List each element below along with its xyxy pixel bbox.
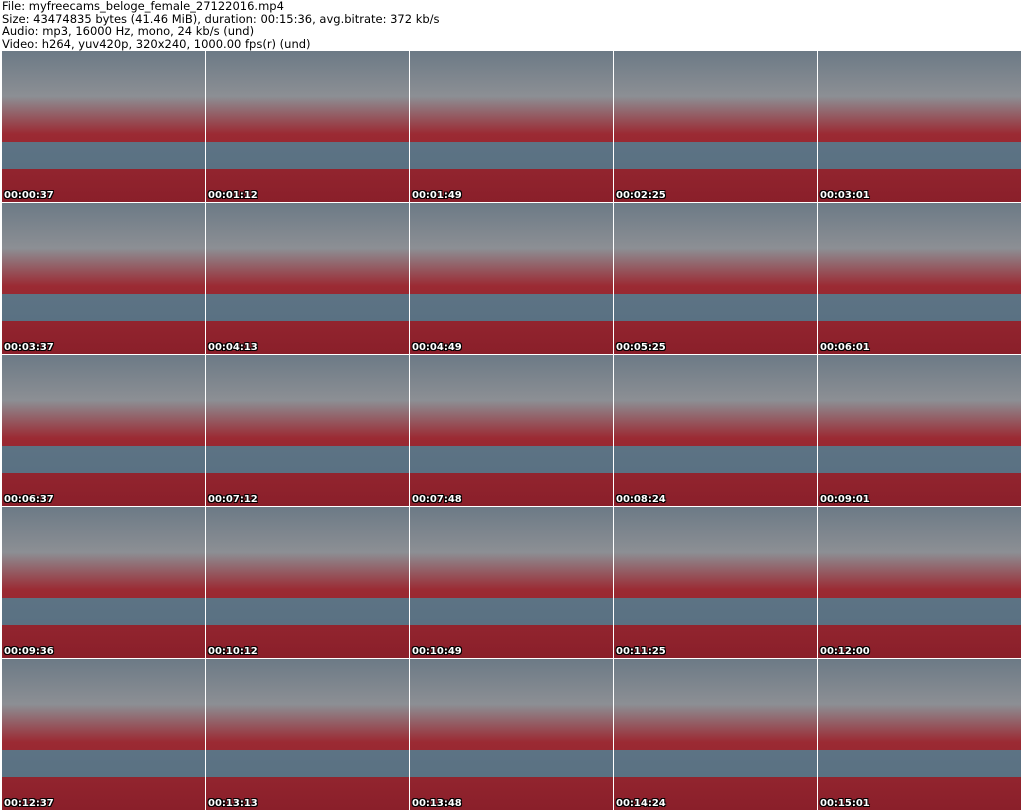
video-thumbnail: 00:02:25 (614, 51, 817, 202)
video-thumbnail: 00:09:36 (2, 507, 205, 658)
video-thumbnail: 00:04:49 (410, 203, 613, 354)
audio-info: Audio: mp3, 16000 Hz, mono, 24 kb/s (und… (2, 24, 255, 38)
timestamp-label: 00:15:01 (820, 798, 870, 809)
timestamp-label: 00:09:01 (820, 494, 870, 505)
video-thumbnail: 00:12:37 (2, 659, 205, 810)
video-thumbnail: 00:12:00 (818, 507, 1021, 658)
timestamp-label: 00:01:49 (412, 190, 462, 201)
video-thumbnail: 00:06:37 (2, 355, 205, 506)
timestamp-label: 00:14:24 (616, 798, 666, 809)
timestamp-label: 00:12:00 (820, 646, 870, 657)
video-thumbnail: 00:00:37 (2, 51, 205, 202)
timestamp-label: 00:03:01 (820, 190, 870, 201)
timestamp-label: 00:01:12 (208, 190, 258, 201)
video-thumbnail: 00:01:49 (410, 51, 613, 202)
file-name: File: myfreecams_beloge_female_27122016.… (2, 0, 284, 13)
video-thumbnail: 00:05:25 (614, 203, 817, 354)
video-thumbnail: 00:11:25 (614, 507, 817, 658)
video-thumbnail: 00:07:48 (410, 355, 613, 506)
timestamp-label: 00:06:37 (4, 494, 54, 505)
timestamp-label: 00:00:37 (4, 190, 54, 201)
video-thumbnail: 00:07:12 (206, 355, 409, 506)
timestamp-label: 00:04:13 (208, 342, 258, 353)
video-thumbnail: 00:04:13 (206, 203, 409, 354)
timestamp-label: 00:04:49 (412, 342, 462, 353)
video-thumbnail: 00:03:01 (818, 51, 1021, 202)
timestamp-label: 00:10:49 (412, 646, 462, 657)
video-thumbnail: 00:09:01 (818, 355, 1021, 506)
video-thumbnail: 00:15:01 (818, 659, 1021, 810)
video-thumbnail: 00:13:13 (206, 659, 409, 810)
timestamp-label: 00:07:48 (412, 494, 462, 505)
timestamp-label: 00:11:25 (616, 646, 666, 657)
timestamp-label: 00:05:25 (616, 342, 666, 353)
timestamp-label: 00:06:01 (820, 342, 870, 353)
timestamp-label: 00:03:37 (4, 342, 54, 353)
video-thumbnail: 00:08:24 (614, 355, 817, 506)
video-info: Video: h264, yuv420p, 320x240, 1000.00 f… (2, 36, 311, 51)
timestamp-label: 00:09:36 (4, 646, 54, 657)
video-thumbnail: 00:06:01 (818, 203, 1021, 354)
timestamp-label: 00:07:12 (208, 494, 258, 505)
video-thumbnail: 00:01:12 (206, 51, 409, 202)
timestamp-label: 00:13:13 (208, 798, 258, 809)
file-info-header: File: myfreecams_beloge_female_27122016.… (2, 0, 440, 50)
video-thumbnail: 00:10:49 (410, 507, 613, 658)
video-thumbnail: 00:03:37 (2, 203, 205, 354)
video-thumbnail: 00:13:48 (410, 659, 613, 810)
video-thumbnail: 00:14:24 (614, 659, 817, 810)
video-thumbnail: 00:10:12 (206, 507, 409, 658)
timestamp-label: 00:10:12 (208, 646, 258, 657)
timestamp-label: 00:12:37 (4, 798, 54, 809)
thumbnail-grid: 00:00:37 00:01:12 00:01:49 00:02:25 00:03:01… (2, 51, 1021, 810)
timestamp-label: 00:08:24 (616, 494, 666, 505)
timestamp-label: 00:13:48 (412, 798, 462, 809)
timestamp-label: 00:02:25 (616, 190, 666, 201)
